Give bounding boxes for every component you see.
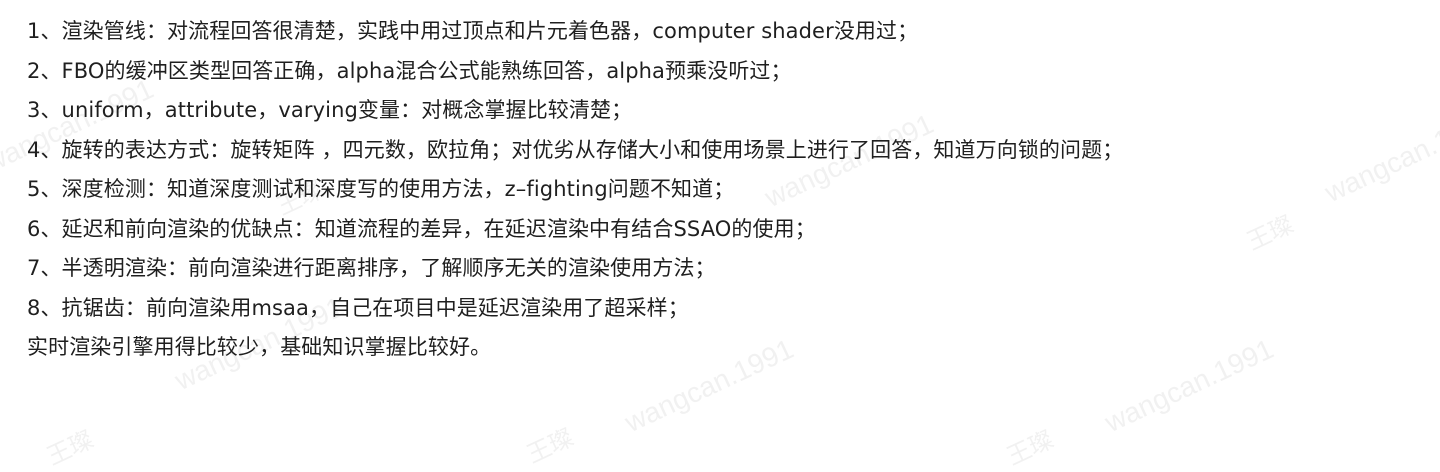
watermark-name: 王璨 — [42, 426, 98, 471]
summary-line: 实时渲染引擎用得比较少，基础知识掌握比较好。 — [27, 335, 492, 359]
paragraph-line: 8、抗锯齿：前向渲染用msaa，自己在项目中是延迟渲染用了超采样； — [27, 295, 689, 320]
paragraph-line: 7、半透明渲染：前向渲染进行距离排序，了解顺序无关的渲染使用方法； — [27, 256, 716, 280]
paragraph-line: 1、渲染管线：对流程回答很清楚，实践中用过顶点和片元着色器，computer s… — [27, 19, 919, 43]
paragraph-line: 6、延迟和前向渲染的优缺点：知道流程的差异，在延迟渲染中有结合SSAO的使用； — [27, 216, 816, 241]
paragraph-line: 4、旋转的表达方式：旋转矩阵 ，四元数，欧拉角；对优劣从存储大小和使用场景上进行… — [27, 137, 1124, 162]
paragraph-line: 5、深度检测：知道深度测试和深度写的使用方法，z–fighting问题不知道； — [27, 177, 735, 201]
paragraph-line: 3、uniform，attribute，varying变量：对概念掌握比较清楚； — [27, 98, 633, 122]
document-body: 1、渲染管线：对流程回答很清楚，实践中用过顶点和片元着色器，computer s… — [27, 12, 1432, 368]
watermark-name: 王璨 — [1002, 426, 1058, 471]
paragraph-line: 2、FBO的缓冲区类型回答正确，alpha混合公式能熟练回答，alpha预乘没听… — [27, 58, 792, 83]
